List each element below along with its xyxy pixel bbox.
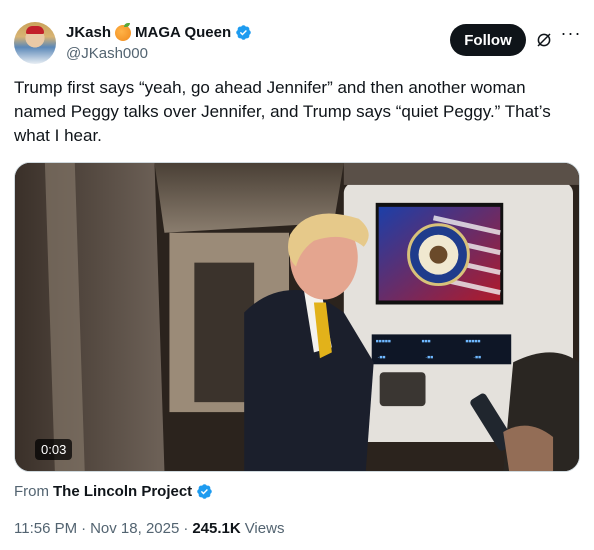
svg-text:■■■■■: ■■■■■: [376, 338, 391, 344]
video-frame: ■■■■■ ■■■ ■■■■■ -■■ -■■ -■■: [15, 163, 579, 471]
svg-text:-■■: -■■: [473, 354, 481, 360]
video-player[interactable]: ■■■■■ ■■■ ■■■■■ -■■ -■■ -■■ 0:03: [14, 162, 580, 472]
peach-emoji-icon: [115, 22, 132, 41]
svg-text:■■■: ■■■: [422, 338, 431, 344]
author-display-name-suffix[interactable]: MAGA Queen: [135, 24, 231, 41]
tweet-time[interactable]: 11:56 PM: [14, 520, 77, 537]
svg-text:-■■: -■■: [378, 354, 386, 360]
source-prefix: From: [14, 483, 49, 500]
red-hat-shape: [26, 26, 44, 34]
tweet-meta: 11:56 PM · Nov 18, 2025 · 245.1K Views: [14, 520, 284, 537]
more-horizontal-icon[interactable]: ···: [560, 24, 582, 48]
svg-text:-■■: -■■: [426, 354, 434, 360]
verified-badge-icon: [197, 484, 212, 499]
tweet-date[interactable]: Nov 18, 2025: [90, 520, 179, 537]
follow-button[interactable]: Follow: [450, 24, 526, 56]
source-attribution: From The Lincoln Project: [14, 483, 213, 500]
grok-icon[interactable]: [535, 31, 553, 49]
author-handle[interactable]: @JKash000: [66, 45, 148, 62]
author-display-name[interactable]: JKash: [66, 24, 111, 41]
views-label: Views: [244, 520, 285, 537]
meta-separator: ·: [81, 520, 87, 537]
video-duration: 0:03: [35, 439, 73, 460]
svg-text:■■■■■: ■■■■■: [465, 338, 480, 344]
tweet-text: Trump first says “yeah, go ahead Jennife…: [14, 78, 551, 145]
views-count[interactable]: 245.1K: [192, 520, 240, 537]
avatar[interactable]: [14, 22, 56, 64]
source-link[interactable]: The Lincoln Project: [53, 483, 192, 500]
author-name-row[interactable]: JKash MAGA Queen: [66, 22, 252, 41]
verified-badge-icon: [236, 25, 251, 40]
meta-separator: ·: [183, 520, 189, 537]
